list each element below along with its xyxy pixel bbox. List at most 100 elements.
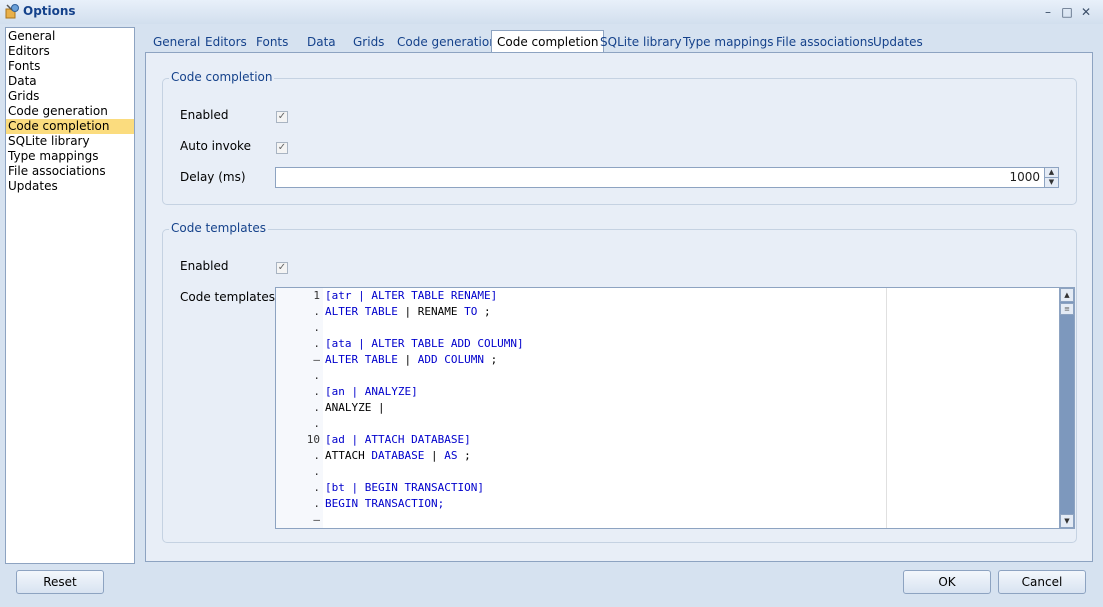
options-icon (5, 4, 19, 19)
reset-button[interactable]: Reset (16, 570, 104, 594)
auto-invoke-label: Auto invoke (180, 139, 251, 153)
category-item-updates[interactable]: Updates (6, 179, 134, 194)
code-token: ALTER TABLE (325, 305, 398, 318)
category-item-code-generation[interactable]: Code generation (6, 104, 134, 119)
right-margin-line (886, 288, 887, 528)
maximize-button[interactable]: □ (1058, 3, 1076, 21)
code-line: [ata | ALTER TABLE ADD COLUMN] (325, 336, 524, 352)
minimize-button[interactable]: – (1039, 3, 1057, 21)
code-token: DATABASE (371, 449, 425, 462)
code-token: [atr | ALTER TABLE RENAME] (325, 289, 498, 302)
category-item-type-mappings[interactable]: Type mappings (6, 149, 134, 164)
tab-file-associations[interactable]: File associations (776, 32, 874, 53)
code-completion-group: Code completion Enabled ✓ Auto invoke ✓ … (162, 70, 1077, 205)
line-number: . (313, 401, 320, 414)
line-number: 1 (313, 289, 320, 302)
category-list[interactable]: General Editors Fonts Data Grids Code ge… (5, 27, 135, 564)
code-line: ALTER TABLE | RENAME TO ; (325, 304, 524, 320)
tab-strip: General Editors Fonts Data Grids Code ge… (145, 30, 1093, 54)
code-token: TO (464, 305, 478, 318)
code-text-area[interactable]: [atr | ALTER TABLE RENAME] ALTER TABLE | … (325, 288, 524, 528)
window-title: Options (23, 4, 76, 18)
line-number: 10 (306, 433, 320, 446)
scroll-down-button[interactable]: ▼ (1060, 514, 1074, 528)
line-number: . (313, 481, 320, 494)
code-completion-group-title: Code completion (169, 70, 275, 84)
cancel-button[interactable]: Cancel (998, 570, 1086, 594)
code-line: BEGIN TRANSACTION; (325, 496, 524, 512)
line-number-gutter: 1... –.... 10.... – (276, 288, 323, 528)
line-number: . (313, 305, 320, 318)
code-token: AS (444, 449, 458, 462)
tab-type-mappings[interactable]: Type mappings (683, 32, 773, 53)
code-templates-group: Code templates Enabled ✓ Code templates … (162, 221, 1077, 543)
code-templates-label: Code templates (180, 290, 275, 304)
code-line: [bt | BEGIN TRANSACTION] (325, 480, 524, 496)
line-number: . (313, 449, 320, 462)
tab-code-generation[interactable]: Code generation (397, 32, 497, 53)
tab-grids[interactable]: Grids (353, 32, 384, 53)
close-button[interactable]: ✕ (1077, 3, 1095, 21)
category-item-editors[interactable]: Editors (6, 44, 134, 59)
templates-enabled-label: Enabled (180, 259, 229, 273)
tab-general[interactable]: General (153, 32, 200, 53)
line-number: – (313, 513, 320, 526)
code-token: ANALYZE | (325, 401, 385, 414)
auto-invoke-checkbox[interactable]: ✓ (276, 142, 288, 154)
category-item-fonts[interactable]: Fonts (6, 59, 134, 74)
delay-spin-down[interactable]: ▼ (1044, 177, 1059, 188)
code-token: ADD COLUMN (417, 353, 484, 366)
code-token: | RENAME (397, 305, 465, 318)
tab-editors[interactable]: Editors (205, 32, 247, 53)
code-line: ANALYZE | (325, 400, 524, 416)
tab-sqlite-library[interactable]: SQLite library (600, 32, 682, 53)
enabled-checkbox[interactable]: ✓ (276, 111, 288, 123)
title-bar: Options – □ ✕ (0, 0, 1103, 24)
tab-code-completion[interactable]: Code completion (491, 30, 605, 54)
code-token: ; (483, 353, 498, 366)
code-line: [atr | ALTER TABLE RENAME] (325, 288, 524, 304)
scroll-thumb[interactable]: ≡ (1060, 303, 1074, 315)
code-token: [an | ANALYZE] (325, 385, 418, 398)
category-item-code-completion[interactable]: Code completion (6, 119, 134, 134)
tab-fonts[interactable]: Fonts (256, 32, 288, 53)
tab-data[interactable]: Data (307, 32, 336, 53)
ok-button[interactable]: OK (903, 570, 991, 594)
scroll-up-button[interactable]: ▲ (1060, 288, 1074, 302)
category-item-general[interactable]: General (6, 29, 134, 44)
delay-label: Delay (ms) (180, 170, 246, 184)
code-token: [ata | ALTER TABLE ADD COLUMN] (325, 337, 524, 350)
category-item-grids[interactable]: Grids (6, 89, 134, 104)
code-token: BEGIN TRANSACTION; (325, 497, 445, 510)
code-token: ATTACH (325, 449, 372, 462)
line-number: . (313, 385, 320, 398)
code-token: ; (477, 305, 491, 318)
code-token: | (424, 449, 445, 462)
code-token: [bt | BEGIN TRANSACTION] (325, 481, 484, 494)
code-token: ; (457, 449, 471, 462)
line-number: . (313, 369, 320, 382)
line-number: . (313, 465, 320, 478)
code-line: ALTER TABLE | ADD COLUMN ; (325, 352, 524, 368)
templates-enabled-checkbox[interactable]: ✓ (276, 262, 288, 274)
code-templates-group-title: Code templates (169, 221, 268, 235)
category-item-sqlite-library[interactable]: SQLite library (6, 134, 134, 149)
options-panel: Code completion Enabled ✓ Auto invoke ✓ … (145, 52, 1093, 562)
category-item-file-associations[interactable]: File associations (6, 164, 134, 179)
line-number: . (313, 497, 320, 510)
line-number: – (313, 353, 320, 366)
tab-updates[interactable]: Updates (873, 32, 923, 53)
code-token: | (397, 353, 418, 366)
enabled-label: Enabled (180, 108, 229, 122)
editor-vertical-scrollbar[interactable]: ▲ ≡ ▼ (1059, 287, 1075, 529)
code-token: [ad | ATTACH DATABASE] (325, 433, 471, 446)
category-item-data[interactable]: Data (6, 74, 134, 89)
delay-input[interactable]: 1000 (275, 167, 1045, 188)
code-line: ATTACH DATABASE | AS ; (325, 448, 524, 464)
code-templates-editor[interactable]: 1... –.... 10.... – [atr | ALTER TABLE RENA… (275, 287, 1061, 529)
